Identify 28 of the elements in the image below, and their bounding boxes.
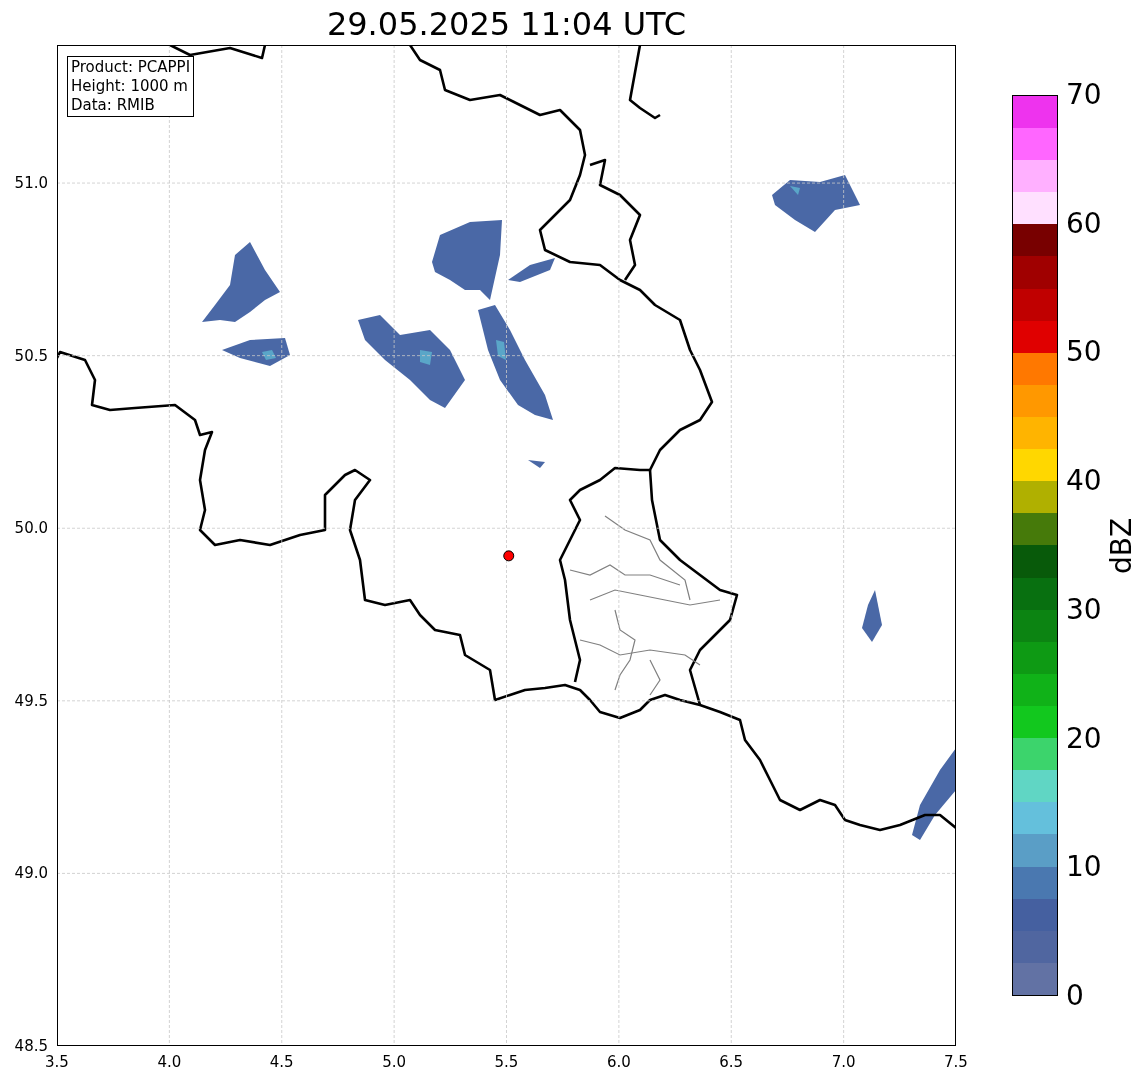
axis-tick-label: 3.5	[44, 1052, 70, 1072]
axis-tick-label: 4.5	[268, 1052, 295, 1072]
colorbar-tick-label: 40	[1066, 465, 1102, 498]
info-text: Product: PCAPPI	[71, 58, 191, 77]
axis-tick-label: 6.5	[718, 1052, 745, 1072]
colorbar-tick-label: 30	[1066, 593, 1102, 626]
axis-tick-label: 7.5	[943, 1052, 969, 1072]
colorbar-tick-label: 0	[1066, 980, 1084, 1012]
colorbar-tick-label: 60	[1066, 207, 1102, 240]
axis-tick-label: 7.0	[830, 1052, 857, 1072]
colorbar-tick-label: 20	[1066, 722, 1102, 755]
axis-tick-label: 49.0	[13, 863, 48, 884]
info-text: Data: RMIB	[71, 96, 156, 115]
colorbar-label: dBZ	[1106, 516, 1138, 576]
axis-tick-label: 6.0	[605, 1052, 632, 1072]
axis-tick-label: 5.5	[493, 1052, 520, 1072]
axis-tick-label: 51.0	[13, 173, 48, 194]
axis-tick-label: 49.5	[13, 690, 48, 711]
colorbar-tick-label: 70	[1066, 79, 1102, 111]
colorbar-tick-label: 50	[1066, 336, 1102, 369]
axis-tick-label: 48.5	[13, 1036, 48, 1055]
colorbar-tick-label: 10	[1066, 851, 1102, 884]
chart-title: 29.05.2025 11:04 UTC	[325, 4, 688, 44]
axis-tick-label: 4.0	[156, 1052, 183, 1072]
axis-tick-label: 5.0	[381, 1052, 408, 1072]
axis-tick-label: 50.0	[13, 518, 48, 539]
axis-tick-label: 50.5	[13, 345, 48, 366]
info-text: Height: 1000 m	[71, 77, 189, 96]
